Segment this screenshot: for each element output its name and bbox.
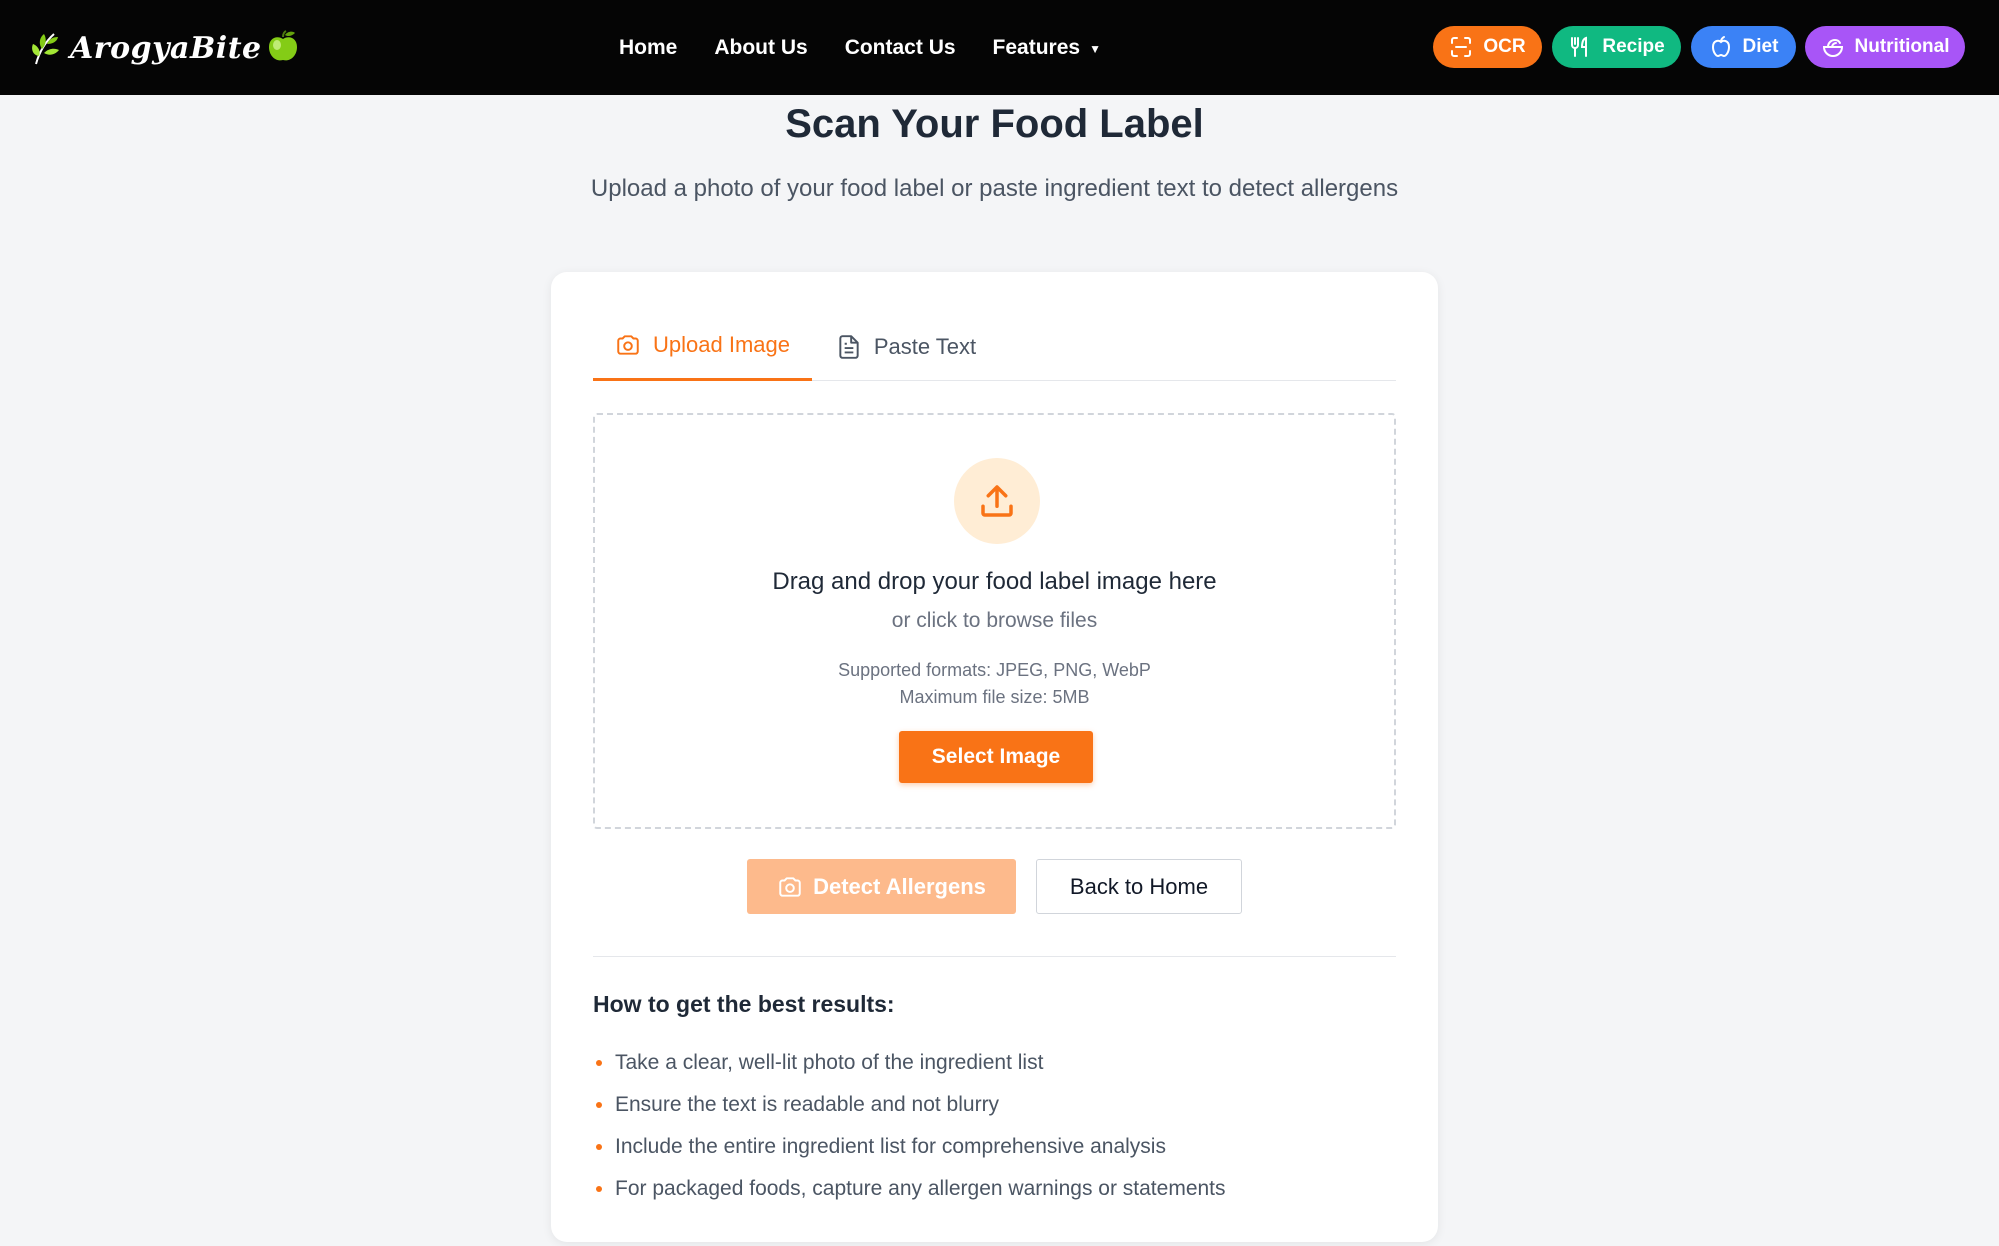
utensils-icon (1571, 36, 1588, 57)
diet-button-label: Diet (1742, 36, 1779, 57)
bullet-dot (596, 1060, 602, 1066)
tip-text: Include the entire ingredient list for c… (615, 1135, 1166, 1158)
dropzone-subtitle: or click to browse files (891, 609, 1098, 632)
nav-features-dropdown[interactable]: Features ▼ (993, 36, 1101, 60)
image-dropzone[interactable]: Drag and drop your food label image here… (593, 413, 1396, 829)
nav-features-label: Features (992, 36, 1081, 59)
camera-icon (779, 876, 801, 897)
nav-home[interactable]: Home (619, 36, 677, 60)
main-navigation: Home About Us Contact Us Features ▼ (619, 30, 1138, 66)
salad-bowl-icon (1822, 38, 1843, 57)
brand-logo[interactable]: ArogyaBite (30, 27, 300, 69)
back-to-home-button[interactable]: Back to Home (1036, 859, 1242, 914)
bullet-dot (596, 1144, 602, 1150)
ocr-button-label: OCR (1483, 36, 1526, 57)
caret-down-icon: ▼ (1089, 42, 1101, 56)
tab-paste-text[interactable]: Paste Text (812, 312, 1000, 381)
input-mode-tabs: Upload Image Paste Text (593, 312, 1396, 381)
nav-about-us[interactable]: About Us (714, 36, 807, 60)
leaf-icon (32, 33, 59, 65)
list-item: For packaged foods, capture any allergen… (593, 1168, 1396, 1210)
scan-card: Upload Image Paste Text Drag and drop yo… (551, 272, 1438, 1242)
ocr-button[interactable]: OCR (1433, 26, 1542, 68)
page-title: Scan Your Food Label (785, 102, 1204, 146)
nutritional-button-label: Nutritional (1854, 36, 1950, 57)
nav-contact-us[interactable]: Contact Us (845, 36, 956, 60)
detect-allergens-button[interactable]: Detect Allergens (747, 859, 1016, 914)
scan-icon (1451, 37, 1472, 57)
top-navbar: ArogyaBite Home About Us Contact Us Feat… (0, 0, 1999, 95)
document-icon (839, 334, 859, 359)
bullet-dot (596, 1102, 602, 1108)
dropzone-title: Drag and drop your food label image here (772, 568, 1217, 595)
section-divider (593, 956, 1396, 957)
tab-upload-image-label: Upload Image (653, 332, 790, 357)
list-item: Include the entire ingredient list for c… (593, 1126, 1396, 1168)
tip-text: Ensure the text is readable and not blur… (615, 1093, 1000, 1116)
supported-formats-text: Supported formats: JPEG, PNG, WebP (838, 660, 1151, 680)
recipe-button[interactable]: Recipe (1552, 26, 1681, 68)
tips-heading: How to get the best results: (593, 991, 895, 1017)
max-file-size-text: Maximum file size: 5MB (899, 687, 1090, 707)
apple-icon (268, 30, 297, 61)
recipe-button-label: Recipe (1602, 36, 1665, 57)
tips-list: Take a clear, well-lit photo of the ingr… (593, 1042, 1396, 1210)
upload-icon (981, 485, 1013, 517)
tip-text: Take a clear, well-lit photo of the ingr… (615, 1051, 1044, 1074)
select-image-button[interactable]: Select Image (899, 731, 1093, 783)
bullet-dot (596, 1186, 602, 1192)
page-subtitle: Upload a photo of your food label or pas… (590, 175, 1399, 202)
tip-text: For packaged foods, capture any allergen… (615, 1177, 1226, 1200)
camera-icon (617, 335, 639, 355)
brand-name: ArogyaBite (70, 30, 262, 66)
diet-button[interactable]: Diet (1691, 26, 1796, 68)
tab-upload-image[interactable]: Upload Image (593, 312, 812, 381)
upload-icon-badge (954, 458, 1040, 544)
apple-outline-icon (1711, 36, 1730, 58)
tab-paste-text-label: Paste Text (873, 333, 977, 359)
list-item: Ensure the text is readable and not blur… (593, 1084, 1396, 1126)
detect-allergens-label: Detect Allergens (813, 873, 986, 899)
nutritional-button[interactable]: Nutritional (1805, 26, 1965, 68)
list-item: Take a clear, well-lit photo of the ingr… (593, 1042, 1396, 1084)
